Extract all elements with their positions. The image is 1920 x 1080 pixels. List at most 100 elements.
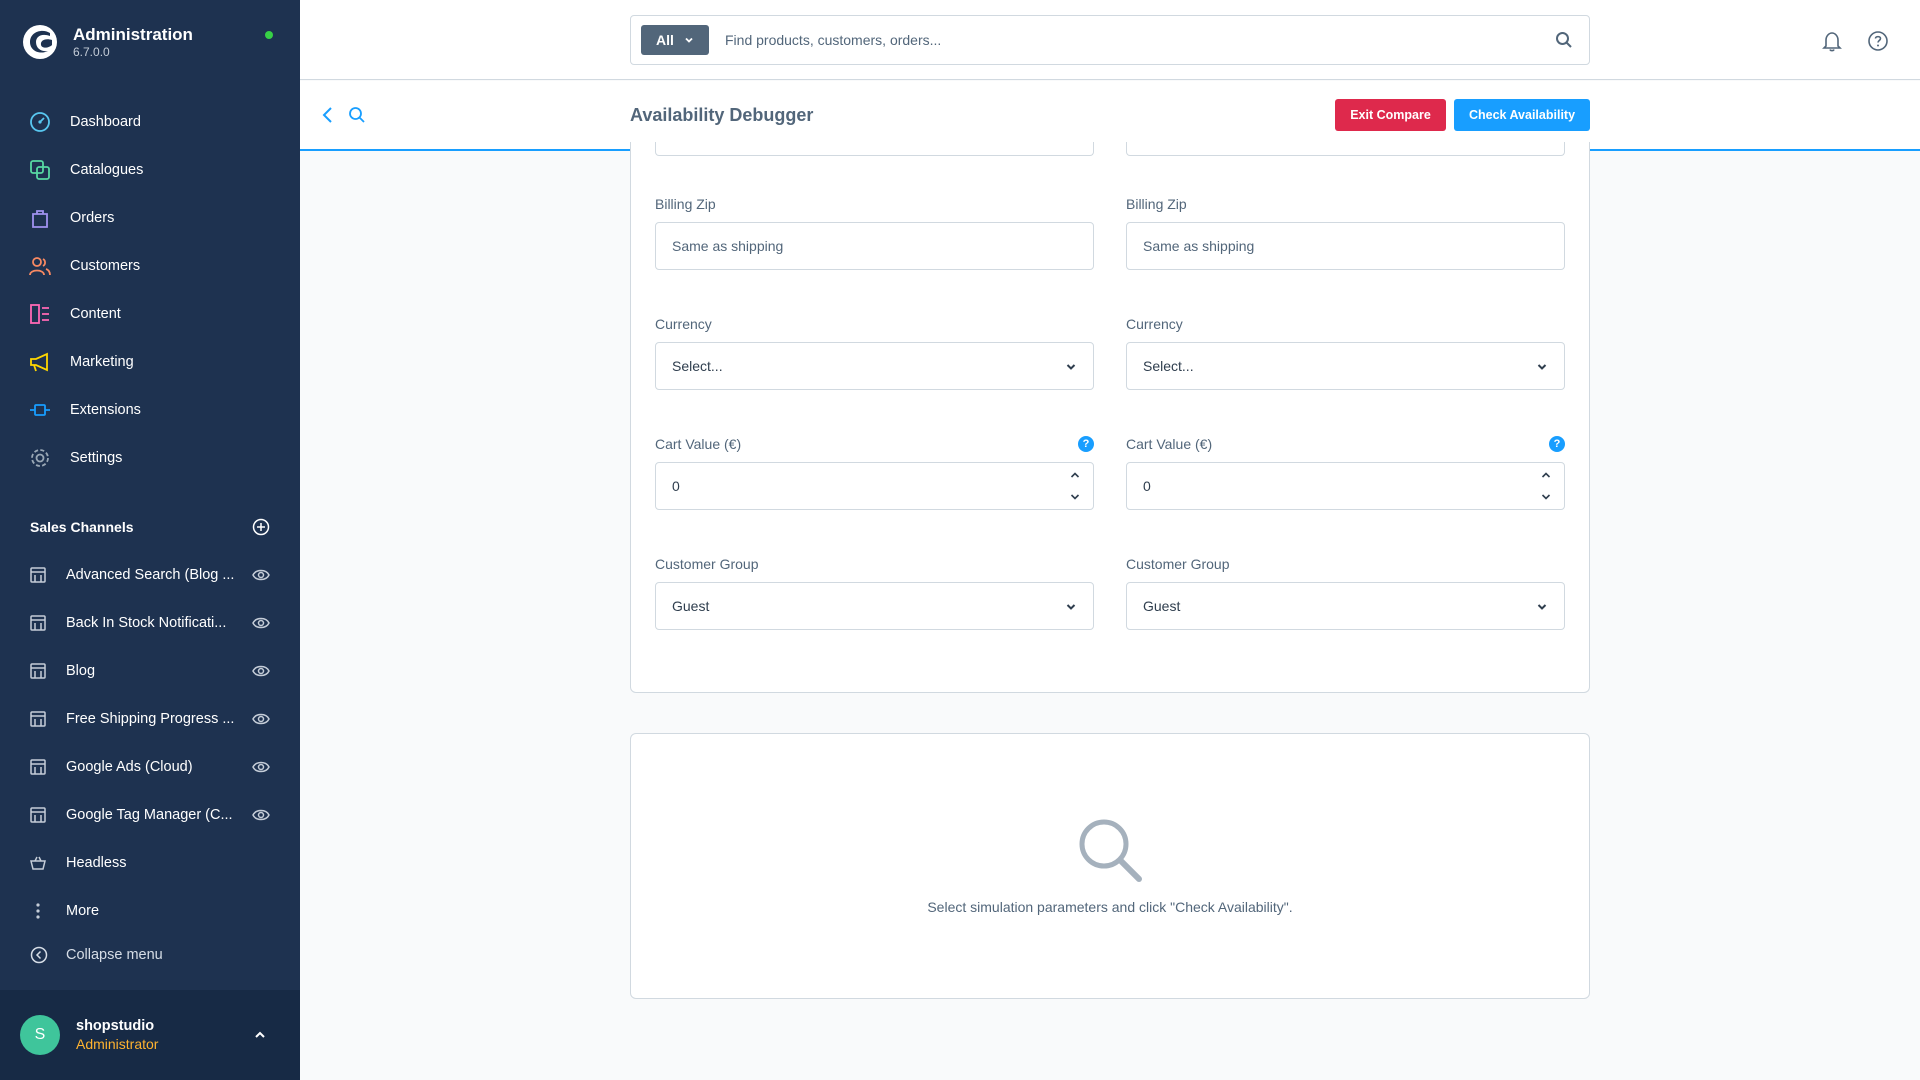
chevron-up-icon[interactable] bbox=[253, 1028, 267, 1042]
check-availability-button[interactable]: Check Availability bbox=[1454, 99, 1590, 131]
currency-field-right: Currency Select... bbox=[1126, 316, 1565, 390]
eye-icon[interactable] bbox=[252, 566, 270, 584]
eye-icon[interactable] bbox=[252, 758, 270, 776]
nav-item-content[interactable]: Content bbox=[0, 290, 300, 338]
content-icon bbox=[28, 302, 52, 326]
chevron-left-icon[interactable] bbox=[320, 106, 336, 124]
number-stepper bbox=[1540, 469, 1552, 503]
sales-channel-item[interactable]: Google Tag Manager (C... bbox=[0, 791, 300, 839]
eye-icon[interactable] bbox=[252, 662, 270, 680]
nav-label: Marketing bbox=[70, 354, 134, 370]
global-search: All Find products, customers, orders... bbox=[630, 15, 1590, 65]
add-sales-channel-icon[interactable] bbox=[252, 518, 270, 536]
customers-icon bbox=[28, 254, 52, 278]
currency-select[interactable]: Select... bbox=[655, 342, 1094, 390]
currency-value: Select... bbox=[672, 358, 723, 374]
bell-icon[interactable] bbox=[1821, 30, 1843, 52]
number-stepper bbox=[1069, 469, 1081, 503]
nav-item-extensions[interactable]: Extensions bbox=[0, 386, 300, 434]
sales-channel-label: Advanced Search (Blog ... bbox=[66, 567, 235, 583]
billing-zip-label: Billing Zip bbox=[655, 196, 716, 212]
storefront-icon bbox=[28, 661, 48, 681]
sales-channel-item[interactable]: Back In Stock Notificati... bbox=[0, 599, 300, 647]
nav-item-customers[interactable]: Customers bbox=[0, 242, 300, 290]
sales-channel-item[interactable]: Free Shipping Progress ... bbox=[0, 695, 300, 743]
cart-value-field-left: Cart Value (€) ? 0 bbox=[655, 436, 1094, 510]
search-scope-select[interactable]: All bbox=[641, 25, 709, 55]
search-icon[interactable] bbox=[1555, 31, 1573, 49]
chevron-down-icon bbox=[1537, 364, 1547, 370]
nav-item-orders[interactable]: Orders bbox=[0, 194, 300, 242]
gear-icon bbox=[28, 446, 52, 470]
nav-label: Dashboard bbox=[70, 114, 141, 130]
cart-value-label: Cart Value (€) bbox=[1126, 436, 1213, 452]
help-icon[interactable] bbox=[1867, 30, 1889, 52]
more-label: More bbox=[66, 903, 100, 919]
nav-item-dashboard[interactable]: Dashboard bbox=[0, 98, 300, 146]
billing-zip-field-right: Billing Zip Same as shipping bbox=[1126, 196, 1565, 270]
customer-group-field-left: Customer Group Guest bbox=[655, 556, 1094, 630]
customer-group-select[interactable]: Guest bbox=[655, 582, 1094, 630]
sales-channel-item-headless[interactable]: Headless bbox=[0, 839, 300, 887]
nav-item-settings[interactable]: Settings bbox=[0, 434, 300, 482]
currency-value: Select... bbox=[1143, 358, 1194, 374]
help-hint-icon[interactable]: ? bbox=[1549, 436, 1565, 452]
search-input[interactable]: Find products, customers, orders... bbox=[725, 32, 1555, 48]
chevron-left-circle-icon bbox=[30, 946, 48, 964]
sales-channel-label: Blog bbox=[66, 663, 96, 679]
chevron-up-icon[interactable] bbox=[1540, 469, 1552, 481]
nav-label: Orders bbox=[70, 210, 115, 226]
chevron-down-icon[interactable] bbox=[1069, 491, 1081, 503]
main-nav: Dashboard Catalogues Orders Customers Co… bbox=[0, 98, 300, 482]
cart-value-label: Cart Value (€) bbox=[655, 436, 742, 452]
storefront-icon bbox=[28, 757, 48, 777]
user-name: shopstudio bbox=[76, 1018, 155, 1034]
storefront-icon bbox=[28, 613, 48, 633]
nav-item-marketing[interactable]: Marketing bbox=[0, 338, 300, 386]
sidebar: Administration 6.7.0.0 Dashboard Catalog… bbox=[0, 0, 300, 1080]
help-hint-icon[interactable]: ? bbox=[1078, 436, 1094, 452]
customer-group-label: Customer Group bbox=[655, 556, 759, 572]
magnifier-icon bbox=[1079, 819, 1142, 882]
previous-field-input[interactable] bbox=[1126, 142, 1565, 156]
search-scope-label: All bbox=[656, 32, 674, 48]
eye-icon[interactable] bbox=[252, 710, 270, 728]
exit-compare-button[interactable]: Exit Compare bbox=[1335, 99, 1446, 131]
user-role: Administrator bbox=[76, 1036, 159, 1052]
customer-group-select[interactable]: Guest bbox=[1126, 582, 1565, 630]
currency-select[interactable]: Select... bbox=[1126, 342, 1565, 390]
customer-group-label: Customer Group bbox=[1126, 556, 1230, 572]
currency-label: Currency bbox=[655, 316, 712, 332]
sales-channel-label: Back In Stock Notificati... bbox=[66, 615, 227, 631]
collapse-menu-label: Collapse menu bbox=[66, 947, 163, 963]
brand[interactable]: Administration 6.7.0.0 bbox=[22, 24, 193, 60]
billing-zip-input[interactable]: Same as shipping bbox=[655, 222, 1094, 270]
chevron-up-icon[interactable] bbox=[1069, 469, 1081, 481]
previous-field-input[interactable] bbox=[655, 142, 1094, 156]
cart-value-text: 0 bbox=[672, 478, 680, 494]
sales-channel-list: Advanced Search (Blog ... Back In Stock … bbox=[0, 551, 300, 935]
chevron-down-icon bbox=[1537, 604, 1547, 610]
chevron-down-icon[interactable] bbox=[1540, 491, 1552, 503]
sales-channels-title: Sales Channels bbox=[30, 519, 134, 535]
sales-channel-more[interactable]: More bbox=[0, 887, 300, 935]
shopware-logo-icon bbox=[23, 25, 57, 59]
collapse-menu-button[interactable]: Collapse menu bbox=[30, 946, 163, 964]
sales-channel-item[interactable]: Blog bbox=[0, 647, 300, 695]
brand-version: 6.7.0.0 bbox=[73, 45, 110, 59]
smart-bar: Availability Debugger Exit Compare Check… bbox=[300, 81, 1920, 151]
sales-channel-item[interactable]: Advanced Search (Blog ... bbox=[0, 551, 300, 599]
nav-label: Catalogues bbox=[70, 162, 144, 178]
nav-item-catalogues[interactable]: Catalogues bbox=[0, 146, 300, 194]
nav-label: Customers bbox=[70, 258, 141, 274]
eye-icon[interactable] bbox=[252, 806, 270, 824]
sales-channel-item[interactable]: Google Ads (Cloud) bbox=[0, 743, 300, 791]
search-icon[interactable] bbox=[348, 106, 366, 124]
user-menu[interactable]: S shopstudio Administrator bbox=[0, 990, 300, 1080]
eye-icon[interactable] bbox=[252, 614, 270, 632]
cart-value-input[interactable]: 0 bbox=[1126, 462, 1565, 510]
main-content: Billing Zip Same as shipping Currency Se… bbox=[300, 142, 1920, 1080]
cart-value-input[interactable]: 0 bbox=[655, 462, 1094, 510]
billing-zip-input[interactable]: Same as shipping bbox=[1126, 222, 1565, 270]
simulation-form-card: Billing Zip Same as shipping Currency Se… bbox=[630, 142, 1590, 693]
